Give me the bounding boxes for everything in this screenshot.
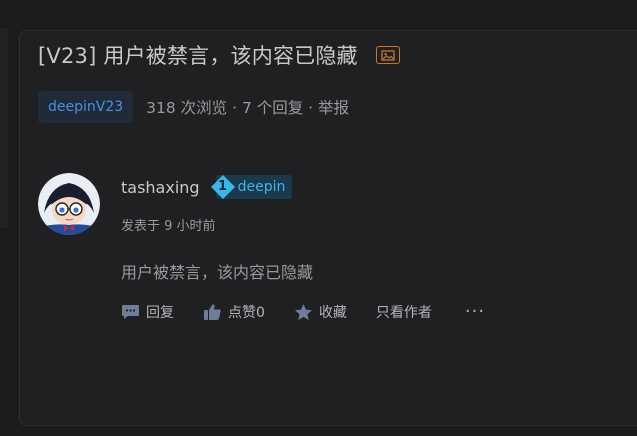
author-only-button[interactable]: 只看作者 bbox=[376, 302, 432, 322]
level-number: 1 bbox=[218, 179, 228, 194]
post-actions: 回复 点赞0 收藏 只看作者 ··· bbox=[121, 299, 485, 325]
level-badge: 1 deepin bbox=[210, 175, 293, 199]
level-label: deepin bbox=[237, 179, 286, 195]
thumbs-up-icon bbox=[204, 304, 221, 320]
post-timestamp: 发表于 9 小时前 bbox=[121, 219, 216, 234]
like-button[interactable]: 点赞0 bbox=[203, 302, 265, 322]
comment-icon bbox=[122, 305, 139, 319]
post-meta: deepinV23 318 次浏览 · 7 个回复 · 举报 bbox=[38, 91, 349, 123]
favorite-button[interactable]: 收藏 bbox=[294, 302, 347, 322]
category-tag[interactable]: deepinV23 bbox=[38, 91, 134, 123]
post-title: [V23] 用户被禁言，该内容已隐藏 bbox=[38, 44, 358, 68]
star-icon bbox=[294, 304, 312, 320]
level-diamond-icon: 1 bbox=[210, 174, 236, 200]
favorite-label: 收藏 bbox=[318, 305, 347, 321]
avatar[interactable] bbox=[38, 173, 100, 235]
more-options-icon[interactable]: ··· bbox=[465, 303, 485, 321]
left-panel-edge bbox=[0, 28, 8, 228]
reply-label: 回复 bbox=[146, 305, 174, 321]
reply-button[interactable]: 回复 bbox=[121, 302, 174, 322]
post-card bbox=[19, 30, 637, 426]
image-icon bbox=[375, 46, 400, 64]
post-header: [V23] 用户被禁言，该内容已隐藏 bbox=[38, 40, 400, 70]
post-content: 用户被禁言，该内容已隐藏 bbox=[121, 263, 314, 282]
author-info: tashaxing 1 deepin bbox=[121, 175, 293, 199]
author-username[interactable]: tashaxing bbox=[121, 178, 200, 197]
like-label: 点赞0 bbox=[228, 305, 265, 321]
post-stats: 318 次浏览 · 7 个回复 · 举报 bbox=[146, 99, 350, 117]
